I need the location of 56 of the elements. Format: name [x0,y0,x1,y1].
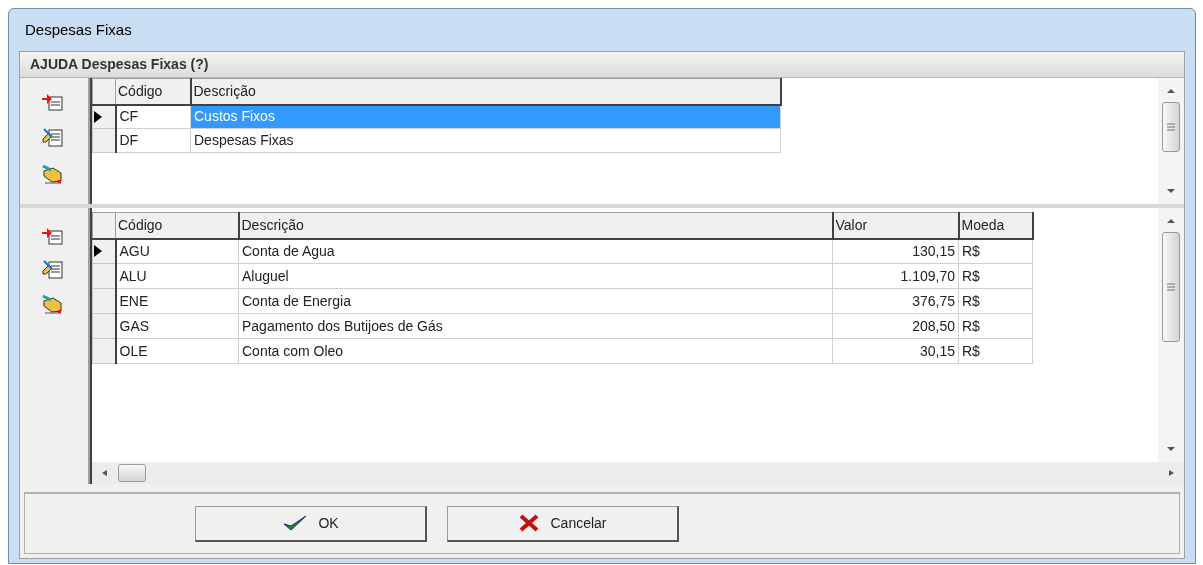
table-cell[interactable]: R$ [958,338,1033,364]
current-row-icon [93,244,103,259]
table-cell[interactable]: ALU [115,263,239,289]
scrollbar-thumb[interactable] [1162,102,1180,152]
header-corner [92,78,116,105]
current-row-icon [93,109,103,124]
grip-icon [1166,123,1176,131]
edit-record-icon [41,257,65,281]
table-cell[interactable]: Aluguel [238,263,833,289]
column-header[interactable]: Código [115,78,191,105]
table-cell[interactable]: Conta com Oleo [238,338,833,364]
row-indicator[interactable] [92,288,116,314]
table-cell[interactable]: 376,75 [832,288,959,314]
table-cell[interactable]: GAS [115,313,239,339]
row-indicator[interactable] [92,313,116,339]
table-cell[interactable]: Conta de Energia [238,288,833,314]
grip-icon [1166,283,1176,291]
row-indicator[interactable] [92,338,116,364]
scrollbar-thumb[interactable] [1162,232,1180,342]
table-cell[interactable]: 30,15 [832,338,959,364]
column-header[interactable]: Descrição [238,212,833,239]
column-header[interactable]: Código [115,212,239,239]
table-cell[interactable]: OLE [115,338,239,364]
table-cell[interactable]: DF [115,128,191,153]
table-cell[interactable]: Conta de Agua [238,238,833,264]
panel-title: AJUDA Despesas Fixas (?) [30,55,209,74]
table-cell[interactable]: 208,50 [832,313,959,339]
column-header[interactable]: Valor [832,212,959,239]
table-cell[interactable]: AGU [115,238,239,264]
row-indicator[interactable] [92,128,116,153]
column-header[interactable]: Descrição [190,78,781,105]
scrollbar-thumb[interactable] [118,464,146,482]
table-cell[interactable]: R$ [958,238,1033,264]
close-icon [518,514,541,532]
window-title: Despesas Fixas [25,19,132,40]
ok-button[interactable]: OK [195,505,427,542]
table-cell[interactable]: 1.109,70 [832,263,959,289]
vertical-scrollbar[interactable] [1158,78,1184,204]
table-cell[interactable]: Pagamento dos Butijoes de Gás [238,313,833,339]
table-cell[interactable]: R$ [958,263,1033,289]
header-corner [92,212,116,239]
horizontal-scrollbar[interactable] [92,462,1184,484]
row-indicator[interactable] [92,238,116,264]
row-indicator[interactable] [92,263,116,289]
column-header[interactable]: Moeda [958,212,1033,239]
checkmark-icon [282,514,309,532]
table-cell[interactable]: R$ [958,313,1033,339]
table-cell[interactable]: 130,15 [832,238,959,264]
edit-record-icon [41,125,65,149]
vertical-scrollbar[interactable] [1158,208,1184,462]
row-indicator[interactable] [92,104,116,129]
cancel-button[interactable]: Cancelar [447,505,679,542]
table-cell[interactable]: ENE [115,288,239,314]
table-cell[interactable]: CF [115,104,191,129]
table-cell[interactable]: R$ [958,288,1033,314]
table-cell[interactable]: Despesas Fixas [190,128,781,153]
